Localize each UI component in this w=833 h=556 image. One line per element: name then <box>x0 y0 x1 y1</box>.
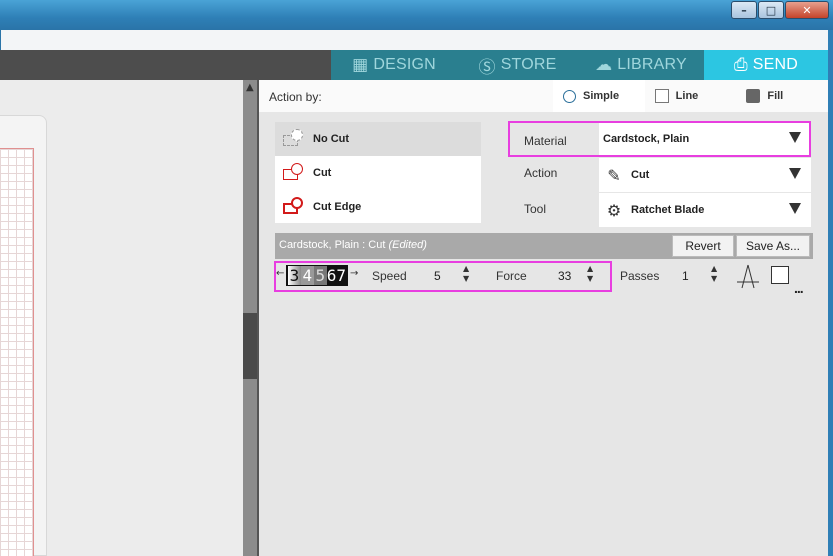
cut-icon <box>281 163 307 183</box>
action-select[interactable]: ✎ Cut <box>599 158 811 192</box>
cut-option-label: No Cut <box>313 133 350 145</box>
cut-option-label: Cut <box>313 167 332 179</box>
cutting-mat-grid[interactable] <box>0 148 34 556</box>
tab-design[interactable]: ▦ DESIGN <box>331 50 457 80</box>
store-s-icon: Ⓢ <box>478 57 496 78</box>
blade-pen-icon: ✎ <box>607 165 621 185</box>
no-cut-icon <box>281 129 307 149</box>
window-controls: – □ ✕ <box>730 1 829 19</box>
window-border <box>828 30 833 556</box>
tab-store-label: STORE <box>500 56 557 73</box>
tab-design-label: DESIGN <box>373 56 436 73</box>
tool-label: Tool <box>524 202 547 216</box>
cut-option-cut-edge[interactable]: Cut Edge <box>275 190 481 224</box>
dropdown-arrow-icon <box>789 168 801 179</box>
square-icon[interactable] <box>771 266 789 284</box>
dropdown-arrow-icon <box>789 203 801 214</box>
settings-highlight <box>274 261 612 292</box>
cut-option-cut[interactable]: Cut <box>275 156 481 190</box>
app-header-strip <box>0 30 833 50</box>
tool-select[interactable]: ⚙ Ratchet Blade <box>599 193 811 227</box>
radio-icon <box>563 89 576 103</box>
line-segment-icon[interactable] <box>734 262 762 290</box>
tab-send[interactable]: ⎙ SEND <box>704 50 828 80</box>
scrollbar-thumb[interactable] <box>243 313 257 379</box>
revert-button[interactable]: Revert <box>672 235 734 257</box>
save-as-button[interactable]: Save As... <box>736 235 810 257</box>
tab-send-label: SEND <box>752 56 799 73</box>
cut-option-label: Cut Edge <box>313 201 362 213</box>
cutter-icon: ⎙ <box>733 55 748 75</box>
passes-input[interactable]: 1 <box>680 265 710 286</box>
scroll-up-arrow-icon[interactable]: ▲ <box>246 82 254 93</box>
close-button[interactable]: ✕ <box>785 1 829 19</box>
line-icon <box>654 89 669 103</box>
tab-library-label: LIBRARY <box>617 56 687 73</box>
grid-icon: ▦ <box>352 55 369 75</box>
window-titlebar: – □ ✕ <box>0 0 833 30</box>
mode-line-label: Line <box>675 90 699 102</box>
cloud-download-icon: ☁ <box>595 55 613 75</box>
tab-library[interactable]: ☁ LIBRARY <box>578 50 704 80</box>
more-options-icon[interactable]: ... <box>794 280 804 296</box>
cut-edge-icon <box>281 197 307 217</box>
tab-store[interactable]: Ⓢ STORE <box>457 50 578 80</box>
maximize-icon: □ <box>765 3 777 17</box>
mode-line[interactable]: Line <box>645 80 737 112</box>
maximize-button[interactable]: □ <box>758 1 784 19</box>
action-value: Cut <box>631 169 650 181</box>
preset-edited-flag: (Edited) <box>388 239 427 251</box>
passes-stepper[interactable]: ▲ ▼ <box>711 264 721 284</box>
close-icon: ✕ <box>802 3 812 17</box>
minimize-icon: – <box>741 3 747 17</box>
mode-simple-label: Simple <box>583 90 620 102</box>
passes-label: Passes <box>620 269 660 283</box>
action-mode-tabs: Simple Line Fill <box>553 80 828 112</box>
mode-simple[interactable]: Simple <box>553 80 645 112</box>
minimize-button[interactable]: – <box>731 1 757 19</box>
preset-title: Cardstock, Plain : Cut (Edited) <box>279 239 427 251</box>
nav-tabs: ▦ DESIGN Ⓢ STORE ☁ LIBRARY ⎙ SEND <box>331 50 828 80</box>
ratchet-blade-icon: ⚙ <box>606 200 622 220</box>
mode-fill[interactable]: Fill <box>736 80 828 112</box>
cut-option-no-cut[interactable]: No Cut <box>275 122 481 156</box>
fill-icon <box>746 89 761 103</box>
mode-fill-label: Fill <box>767 90 784 102</box>
preset-name: Cardstock, Plain : Cut <box>279 239 386 251</box>
material-highlight <box>508 121 811 157</box>
cut-options-list: No Cut Cut Cut Edge <box>275 122 481 223</box>
tool-value: Ratchet Blade <box>631 204 705 216</box>
action-by-label: Action by: <box>269 90 322 104</box>
action-label: Action <box>524 166 558 180</box>
